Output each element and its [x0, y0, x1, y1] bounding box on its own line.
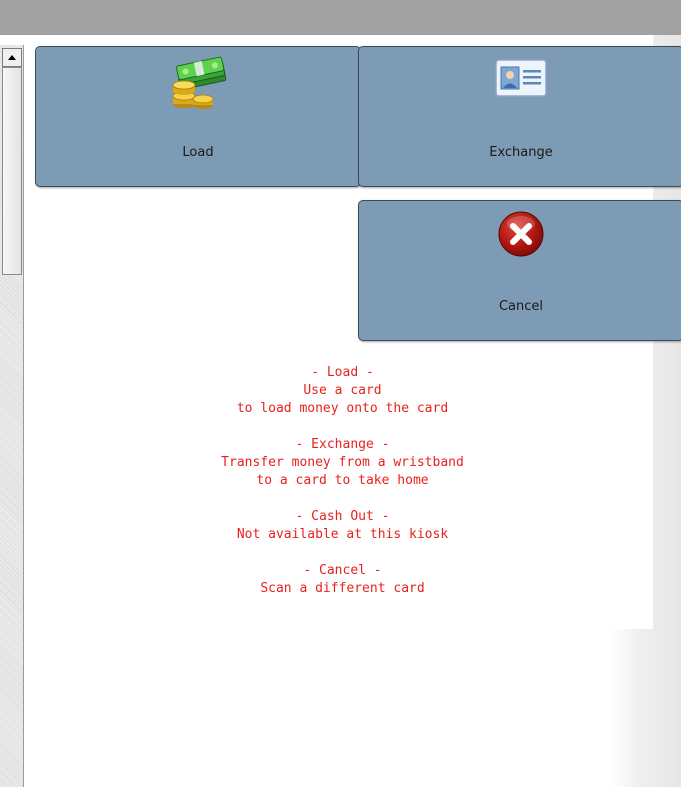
load-button[interactable]: Load: [35, 46, 361, 187]
exchange-button[interactable]: Exchange: [358, 46, 681, 187]
scroll-up-button[interactable]: [2, 48, 22, 67]
cash-out-help-title: - Cash Out -: [295, 509, 390, 524]
id-card-icon: [495, 59, 547, 101]
cancel-help-line: Scan a different card: [260, 581, 425, 596]
exchange-label: Exchange: [489, 145, 553, 160]
top-bar: [0, 0, 681, 35]
cancel-label: Cancel: [498, 299, 544, 314]
cancel-help-title: - Cancel -: [303, 563, 382, 578]
cancel-help: - Cancel - Scan a different card: [140, 562, 545, 598]
exchange-help: - Exchange - Transfer money from a wrist…: [140, 436, 545, 490]
instructions-text: - Load - Use a card to load money onto t…: [140, 364, 545, 616]
money-stack-icon: [165, 55, 231, 115]
exchange-help-line: Transfer money from a wristband: [221, 455, 464, 470]
load-help-line: to load money onto the card: [236, 401, 449, 416]
load-help-title: - Load -: [311, 365, 374, 380]
vertical-scrollbar[interactable]: [0, 45, 24, 787]
exchange-help-title: - Exchange -: [295, 437, 390, 452]
load-help: - Load - Use a card to load money onto t…: [140, 364, 545, 418]
cancel-button[interactable]: Cancel: [358, 200, 681, 341]
scroll-thumb[interactable]: [2, 67, 22, 275]
exchange-help-line: to a card to take home: [256, 473, 429, 488]
red-x-circle-icon: [497, 210, 545, 262]
arrow-up-icon: [8, 55, 16, 60]
load-label: Load: [182, 145, 214, 160]
cash-out-help-line: Not available at this kiosk: [236, 527, 449, 542]
cash-out-help: - Cash Out - Not available at this kiosk: [140, 508, 545, 544]
load-help-line: Use a card: [303, 383, 382, 398]
